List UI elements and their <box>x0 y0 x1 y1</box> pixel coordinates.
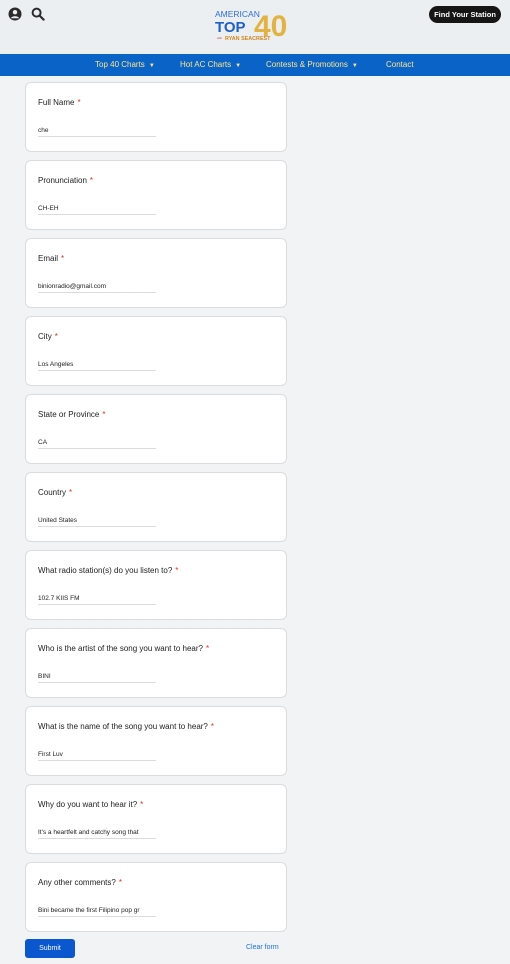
answer-input[interactable]: Bini became the first Filipino pop gr <box>38 907 156 914</box>
question-label: Any other comments? * <box>38 878 122 887</box>
question-text: Why do you want to hear it? <box>38 800 138 809</box>
question-label: What is the name of the song you want to… <box>38 722 214 731</box>
nav-item-hot-ac-charts[interactable]: Hot AC Charts ▼ <box>180 54 241 76</box>
question-label: What radio station(s) do you listen to? * <box>38 566 178 575</box>
question-label: Pronunciation * <box>38 176 93 185</box>
nav-item-contests-promotions[interactable]: Contests & Promotions ▼ <box>266 54 358 76</box>
question-card-pronunciation: Pronunciation * CH-EH <box>25 160 287 230</box>
required-asterisk: * <box>61 254 65 263</box>
question-card-comments: Any other comments? * Bini became the fir… <box>25 862 287 932</box>
question-text: Any other comments? <box>38 878 116 887</box>
input-underline <box>38 214 156 215</box>
caret-down-icon: ▼ <box>235 63 242 69</box>
answer-input[interactable]: United States <box>38 517 156 524</box>
question-card-song-name: What is the name of the song you want to… <box>25 706 287 776</box>
input-underline <box>38 604 156 605</box>
question-label: Who is the artist of the song you want t… <box>38 644 209 653</box>
clear-form-link[interactable]: Clear form <box>246 944 279 951</box>
answer-input[interactable]: binionradio@gmail.com <box>38 283 156 290</box>
caret-down-icon: ▼ <box>148 63 155 69</box>
nav-item-contact[interactable]: Contact <box>386 54 414 76</box>
question-card-state-province: State or Province * CA <box>25 394 287 464</box>
required-asterisk: * <box>118 878 122 887</box>
required-asterisk: * <box>89 176 94 185</box>
input-underline <box>38 136 156 137</box>
question-label: Email * <box>38 254 64 263</box>
main-nav: Top 40 Charts ▼ Hot AC Charts ▼ Contests &… <box>0 54 510 76</box>
answer-input[interactable]: che <box>38 127 156 134</box>
logo-top-text: TOP <box>215 19 246 36</box>
nav-item-label: Hot AC Charts <box>180 60 232 69</box>
required-asterisk: * <box>54 332 58 341</box>
logo-with-text: with <box>217 36 222 40</box>
question-label: State or Province * <box>38 410 106 419</box>
required-asterisk: * <box>102 410 106 419</box>
input-underline <box>38 838 156 839</box>
find-your-station-button[interactable]: Find Your Station <box>429 6 501 23</box>
user-icon[interactable] <box>8 7 22 21</box>
question-text: Email <box>38 254 59 263</box>
answer-input[interactable]: CH-EH <box>38 205 156 212</box>
nav-item-label: Top 40 Charts <box>95 60 145 69</box>
question-text: Who is the artist of the song you want t… <box>38 644 203 653</box>
question-text: Country <box>38 488 67 497</box>
question-text: Full Name <box>38 98 75 107</box>
answer-input[interactable]: BINI <box>38 673 156 680</box>
question-label: Country * <box>38 488 72 497</box>
question-text: State or Province <box>38 410 100 419</box>
submit-button[interactable]: Submit <box>25 939 75 958</box>
required-asterisk: * <box>210 722 215 731</box>
question-text: What is the name of the song you want to… <box>38 722 208 731</box>
nav-item-label: Contests & Promotions <box>266 60 348 69</box>
required-asterisk: * <box>175 566 179 575</box>
question-text: City <box>38 332 52 341</box>
answer-input[interactable]: CA <box>38 439 156 446</box>
question-label: Full Name * <box>38 98 81 107</box>
american-top-40-logo[interactable]: AMERICAN TOP 40 with RYAN SEACREST <box>213 8 299 44</box>
required-asterisk: * <box>140 800 144 809</box>
question-card-radio-stations: What radio station(s) do you listen to? *… <box>25 550 287 620</box>
question-card-country: Country * United States <box>25 472 287 542</box>
answer-input[interactable]: Los Angeles <box>38 361 156 368</box>
question-card-city: City * Los Angeles <box>25 316 287 386</box>
question-card-full-name: Full Name * che <box>25 82 287 152</box>
nav-item-label: Contact <box>386 60 414 69</box>
answer-input[interactable]: First Luv <box>38 751 156 758</box>
question-text: What radio station(s) do you listen to? <box>38 566 173 575</box>
input-underline <box>38 682 156 683</box>
logo-host-text: RYAN SEACREST <box>225 36 271 42</box>
answer-input[interactable]: It's a heartfelt and catchy song that <box>38 829 156 836</box>
input-underline <box>38 370 156 371</box>
input-underline <box>38 292 156 293</box>
answer-input[interactable]: 102.7 KIIS FM <box>38 595 156 602</box>
input-underline <box>38 916 156 917</box>
input-underline <box>38 448 156 449</box>
input-underline <box>38 526 156 527</box>
required-asterisk: * <box>77 98 81 107</box>
question-card-reason: Why do you want to hear it? * It's a hear… <box>25 784 287 854</box>
search-icon[interactable] <box>31 7 45 21</box>
question-card-song-artist: Who is the artist of the song you want t… <box>25 628 287 698</box>
question-text: Pronunciation <box>38 176 87 185</box>
required-asterisk: * <box>69 488 73 497</box>
required-asterisk: * <box>205 644 210 653</box>
site-header: AMERICAN TOP 40 with RYAN SEACREST Find … <box>0 0 510 54</box>
question-label: City * <box>38 332 58 341</box>
caret-down-icon: ▼ <box>351 63 358 69</box>
question-card-email: Email * binionradio@gmail.com <box>25 238 287 308</box>
nav-item-top-40-charts[interactable]: Top 40 Charts ▼ <box>95 54 155 76</box>
input-underline <box>38 760 156 761</box>
question-label: Why do you want to hear it? * <box>38 800 143 809</box>
